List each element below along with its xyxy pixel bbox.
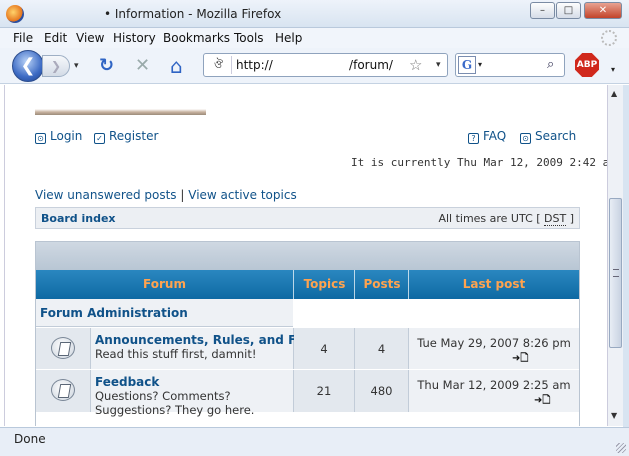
current-time: It is currently Thu Mar 12, 2009 2:42 am [351,156,607,169]
topics-count: 4 [320,342,328,356]
forum-link[interactable]: Feedback [95,375,159,389]
menu-help[interactable]: Help [275,31,302,45]
header-forum: Forum [143,277,186,291]
search-box[interactable]: G ▾ ⌕ [455,53,565,77]
search-engine-dropdown-icon[interactable]: ▾ [478,60,482,69]
site-identity-icon[interactable]: ঔ [206,56,232,74]
menu-tools[interactable]: Tools [234,31,264,45]
header-last-post: Last post [462,277,526,291]
separator: | [180,188,185,202]
forum-table: Forum Topics Posts Last post Forum Admin… [35,241,580,426]
back-button[interactable]: ❮ [12,50,44,82]
view-latest-post-icon[interactable]: ➜🗋 [512,351,528,368]
menu-bookmarks[interactable]: Bookmarks [163,31,230,45]
faq-label: FAQ [483,129,507,143]
url-dropdown-icon[interactable]: ▾ [436,60,441,70]
forum-read-icon [51,337,75,359]
grip-icon [613,269,619,277]
forum-description: Read this stuff first, damnit! [95,347,257,361]
view-latest-post-icon[interactable]: ➜🗋 [534,393,550,410]
view-active-link[interactable]: View active topics [188,188,296,202]
page-viewport: ⊙ Login ✓ Register ? FAQ ⊙ Search It is curr… [4,85,607,426]
timezone-prefix: All times are UTC [ [438,212,541,225]
menu-view[interactable]: View [76,31,104,45]
adblock-dropdown-icon[interactable]: ▾ [611,65,615,74]
faq-link[interactable]: ? FAQ [468,129,506,144]
menu-bar: File Edit View History Bookmarks Tools H… [0,28,629,48]
maximize-button[interactable]: □ [556,2,581,19]
forum-link[interactable]: Announcements, Rules, and FAQ [95,333,314,347]
google-engine-icon[interactable]: G [458,56,476,74]
window-title: • Information - Mozilla Firefox [104,7,282,21]
timezone-info: All times are UTC [ DST ] [438,212,574,226]
table-row: Feedback Questions? Comments? Suggestion… [36,370,579,417]
forward-button[interactable]: ❯ [42,55,70,77]
reload-icon[interactable]: ↻ [99,57,114,75]
close-button[interactable]: ✕ [584,2,622,19]
login-link[interactable]: ⊙ Login [35,129,82,144]
url-text[interactable]: http:// /forum/ [236,58,393,72]
table-top-bar [36,242,579,270]
view-unanswered-link[interactable]: View unanswered posts [35,188,177,202]
status-bar: Done [0,427,629,456]
register-label: Register [109,129,159,143]
view-links: View unanswered posts | View active topi… [35,188,297,202]
table-row: Announcements, Rules, and FAQ Read this … [36,328,579,369]
scroll-up-icon[interactable]: ▲ [611,89,617,98]
login-icon: ⊙ [35,133,46,144]
menu-edit[interactable]: Edit [44,31,67,45]
url-bar[interactable]: ঔ http:// /forum/ ☆ ▾ [203,53,448,77]
posts-count: 480 [370,384,393,398]
resize-grip-icon[interactable] [616,443,626,453]
status-text: Done [14,432,46,446]
menu-history[interactable]: History [113,31,156,45]
bookmark-star-icon[interactable]: ☆ [409,56,422,74]
vertical-scrollbar[interactable]: ▲ ▼ [607,85,623,426]
login-label: Login [50,129,83,143]
forum-description: Questions? Comments? Suggestions? They g… [95,389,255,417]
minimize-button[interactable]: – [530,2,555,19]
topics-count: 21 [316,384,332,398]
navigation-toolbar: ❮ ❯ ▾ ↻ ✕ ⌂ ঔ http:// /forum/ ☆ ▾ G ▾ ⌕ … [0,48,629,84]
stop-icon[interactable]: ✕ [135,57,150,75]
search-label: Search [535,129,577,143]
faq-icon: ? [468,133,479,144]
table-header: Forum Topics Posts Last post [36,270,579,299]
last-post-date: Thu Mar 12, 2009 2:25 am [417,378,571,392]
header-posts: Posts [363,277,401,291]
forum-read-icon [51,379,75,401]
header-topics: Topics [303,277,346,291]
header-banner-image [35,85,206,115]
activity-throbber-icon [601,30,617,46]
posts-count: 4 [377,342,386,356]
register-link[interactable]: ✓ Register [94,129,158,144]
board-index-link[interactable]: Board index [41,212,116,225]
search-page-icon: ⊙ [520,133,531,144]
home-icon[interactable]: ⌂ [170,56,183,76]
register-icon: ✓ [94,133,105,144]
dst-abbr: DST [544,212,567,226]
timezone-suffix: ] [569,212,574,225]
history-dropdown-icon[interactable]: ▾ [74,61,79,71]
category-link[interactable]: Forum Administration [40,306,188,320]
category-row: Forum Administration [36,299,579,327]
firefox-icon [6,5,24,23]
breadcrumb: Board index All times are UTC [ DST ] [35,207,580,229]
adblock-plus-icon[interactable]: ABP [575,53,599,77]
scroll-thumb[interactable] [609,198,622,348]
search-icon[interactable]: ⌕ [547,57,554,72]
last-post-date: Tue May 29, 2007 8:26 pm [417,336,571,350]
menu-file[interactable]: File [13,31,33,45]
scroll-down-icon[interactable]: ▼ [611,411,617,420]
search-link[interactable]: ⊙ Search [520,129,576,144]
window-titlebar: • Information - Mozilla Firefox – □ ✕ [0,0,629,28]
